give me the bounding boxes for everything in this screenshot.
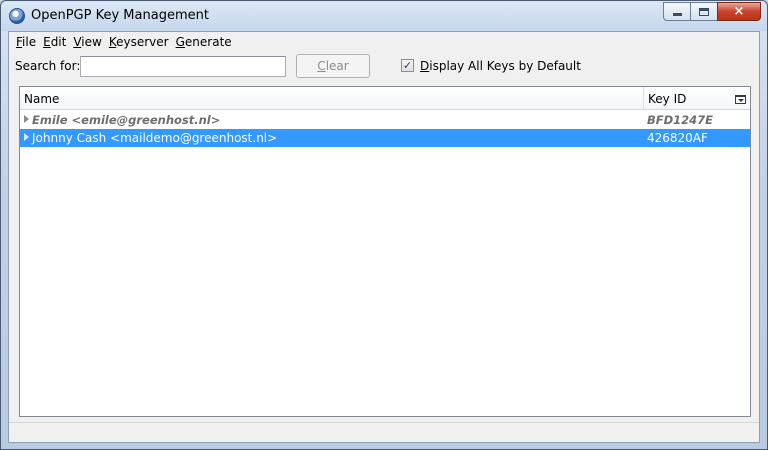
menu-generate-label: enerate (184, 35, 232, 49)
key-id: 426820AF (647, 131, 708, 145)
display-all-keys-accel: D (420, 59, 430, 73)
column-picker-button[interactable] (732, 91, 748, 107)
client-area: File Edit View Keyserver Generate Search… (8, 31, 760, 443)
close-button[interactable]: × (717, 2, 761, 21)
search-label: Search for: (15, 59, 81, 73)
maximize-button[interactable] (690, 2, 718, 21)
menu-edit[interactable]: Edit (40, 32, 70, 52)
close-icon: × (733, 4, 745, 19)
clear-button-accel: C (317, 59, 326, 73)
status-bar (9, 422, 759, 444)
key-list-header: Name Key ID (20, 87, 750, 110)
key-id: BFD1247E (647, 113, 714, 127)
menu-view[interactable]: View (70, 32, 105, 52)
menu-file-label: ile (22, 35, 37, 49)
menu-generate[interactable]: Generate (173, 32, 236, 52)
menu-bar: File Edit View Keyserver Generate (9, 32, 759, 52)
clear-button[interactable]: Clear (296, 54, 370, 78)
menu-keyserver-label: eyserver (116, 35, 169, 49)
column-header-key-id[interactable]: Key ID (644, 87, 732, 110)
column-header-name[interactable]: Name (20, 87, 644, 110)
key-row-selected[interactable]: Johnny Cash <maildemo@greenhost.nl> 4268… (20, 129, 750, 147)
display-all-keys-label[interactable]: Display All Keys by Default (420, 59, 581, 73)
expand-arrow-icon[interactable] (24, 115, 29, 123)
checkmark-icon: ✓ (402, 59, 413, 72)
menu-generate-accel: G (175, 35, 185, 49)
title-bar[interactable]: OpenPGP Key Management × (1, 1, 767, 31)
app-window: OpenPGP Key Management × File Edit View … (0, 0, 768, 450)
window-title: OpenPGP Key Management (31, 8, 209, 23)
menu-file[interactable]: File (13, 32, 40, 52)
key-name: Emile <emile@greenhost.nl> (32, 113, 221, 127)
window-controls: × (663, 2, 761, 21)
maximize-icon (699, 7, 709, 16)
menu-view-label: iew (81, 35, 102, 49)
minimize-button[interactable] (663, 2, 691, 21)
menu-keyserver[interactable]: Keyserver (106, 32, 173, 52)
key-list[interactable]: Name Key ID Emile <emile@greenhost.nl> B… (19, 86, 751, 417)
search-input[interactable] (80, 56, 286, 77)
menu-edit-accel: E (43, 35, 51, 49)
minimize-icon (672, 13, 682, 16)
clear-button-label: lear (325, 59, 349, 73)
display-all-keys-text: isplay All Keys by Default (429, 59, 581, 73)
column-picker-icon (734, 94, 746, 104)
menu-edit-label: dit (50, 35, 67, 49)
expand-arrow-icon[interactable] (24, 133, 29, 141)
key-name: Johnny Cash <maildemo@greenhost.nl> (32, 131, 278, 145)
display-all-keys-checkbox[interactable]: ✓ (401, 59, 414, 72)
key-row[interactable]: Emile <emile@greenhost.nl> BFD1247E (20, 111, 750, 129)
app-icon (9, 8, 25, 24)
